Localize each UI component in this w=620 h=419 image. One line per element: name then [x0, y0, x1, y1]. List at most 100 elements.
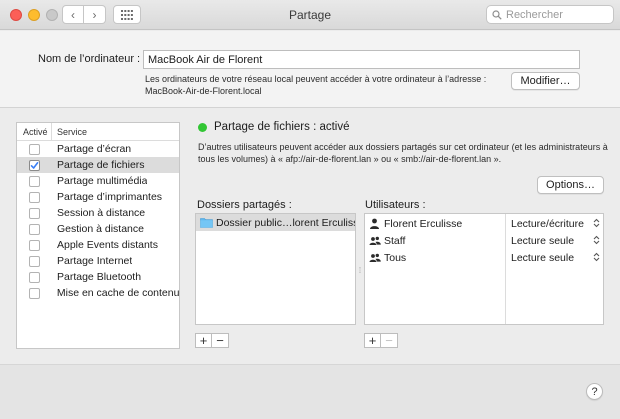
- checkbox-cell: [17, 175, 52, 187]
- permission-select[interactable]: Lecture seule: [506, 233, 603, 248]
- permission-select[interactable]: Lecture seule: [506, 250, 603, 265]
- service-checkbox[interactable]: [29, 159, 40, 171]
- search-placeholder: Rechercher: [506, 8, 563, 21]
- checkbox-cell: [17, 143, 52, 155]
- service-row[interactable]: Partage Internet: [17, 253, 179, 269]
- checkbox-cell: [17, 159, 52, 171]
- permissions-column: Lecture/écriture Lecture seule Lecture seu…: [506, 214, 603, 324]
- user-row[interactable]: Tous: [365, 250, 505, 265]
- group-icon: [369, 235, 381, 246]
- service-label: Gestion à distance: [57, 223, 144, 235]
- permission-value: Lecture seule: [511, 234, 575, 247]
- user-name: Tous: [384, 251, 407, 264]
- permission-value: Lecture seule: [511, 251, 575, 264]
- service-checkbox[interactable]: [29, 207, 40, 219]
- service-checkbox[interactable]: [29, 255, 40, 267]
- remove-folder-button[interactable]: −: [212, 333, 229, 348]
- address-description: Les ordinateurs de votre réseau local pe…: [145, 74, 487, 84]
- permission-value: Lecture/écriture: [511, 217, 584, 230]
- user-row[interactable]: Staff: [365, 233, 505, 248]
- services-header: Activé Service: [17, 123, 179, 141]
- service-checkbox[interactable]: [29, 223, 40, 235]
- add-user-button[interactable]: +: [364, 333, 381, 348]
- search-icon: [492, 9, 502, 20]
- shared-folder-name: Dossier public…lorent Erculisse: [216, 216, 355, 229]
- local-address: MacBook-Air-de-Florent.local: [145, 86, 262, 96]
- service-row[interactable]: Mise en cache de contenu: [17, 285, 179, 301]
- computer-name-section: Nom de l’ordinateur : Les ordinateurs de…: [0, 31, 620, 108]
- person-icon: [370, 218, 379, 229]
- service-label: Apple Events distants: [57, 239, 158, 251]
- service-row[interactable]: Partage multimédia: [17, 173, 179, 189]
- shared-folders-list: Dossier public…lorent Erculisse: [195, 213, 356, 325]
- service-label: Partage multimédia: [57, 175, 148, 187]
- service-label: Session à distance: [57, 207, 146, 219]
- service-checkbox[interactable]: [28, 287, 40, 299]
- users-label: Utilisateurs :: [365, 199, 426, 211]
- group-icon: [369, 253, 381, 262]
- column-header-service[interactable]: Service: [52, 127, 87, 137]
- service-row[interactable]: Session à distance: [17, 205, 179, 221]
- service-row[interactable]: Partage d’imprimantes: [17, 189, 179, 205]
- shared-folders-label: Dossiers partagés :: [197, 199, 292, 211]
- user-name: Staff: [384, 234, 406, 247]
- checkbox-cell: [17, 271, 52, 283]
- computer-name-label: Nom de l’ordinateur :: [38, 53, 141, 65]
- users-column: Florent Erculisse Staff Tous: [365, 214, 506, 324]
- title-bar: ‹ › Partage Rechercher: [0, 0, 620, 30]
- sharing-window: ‹ › Partage Rechercher Nom de l’ordinate…: [0, 0, 620, 419]
- service-status: Partage de fichiers : activé: [214, 121, 350, 133]
- sharing-description: D’autres utilisateurs peuvent accéder au…: [198, 142, 608, 164]
- service-checkbox[interactable]: [29, 271, 40, 283]
- checkbox-cell: [17, 239, 52, 251]
- user-name: Florent Erculisse: [384, 217, 463, 230]
- help-button[interactable]: ?: [586, 383, 603, 400]
- service-checkbox[interactable]: [29, 143, 40, 155]
- service-label: Mise en cache de contenu: [56, 287, 179, 299]
- bottom-bar: [0, 364, 620, 419]
- checkmark-icon: [30, 161, 39, 169]
- service-checkbox[interactable]: [29, 175, 40, 187]
- address-text: Les ordinateurs de votre réseau local pe…: [145, 73, 505, 97]
- splitter-handle[interactable]: ⁞: [357, 266, 363, 275]
- group-icon: [369, 252, 381, 263]
- column-header-active[interactable]: Activé: [17, 123, 52, 140]
- status-indicator: [198, 123, 207, 132]
- folder-icon: [200, 218, 213, 228]
- services-list: Activé Service Partage d’écran Partage de…: [16, 122, 180, 349]
- service-label: Partage d’écran: [57, 143, 132, 155]
- add-folder-button[interactable]: +: [195, 333, 212, 348]
- updown-chevron-icon: [593, 235, 600, 247]
- service-row[interactable]: Apple Events distants: [17, 237, 179, 253]
- users-list: Florent Erculisse Staff Tous Lecture/écrit…: [364, 213, 604, 325]
- service-row[interactable]: Partage d’écran: [17, 141, 179, 157]
- user-row[interactable]: Florent Erculisse: [365, 216, 505, 231]
- service-label: Partage d’imprimantes: [57, 191, 163, 203]
- search-field[interactable]: Rechercher: [486, 5, 614, 24]
- users-add-remove: + −: [364, 333, 398, 348]
- checkbox-cell: [17, 207, 52, 219]
- options-button[interactable]: Options…: [537, 176, 604, 194]
- computer-name-field[interactable]: [143, 50, 580, 69]
- service-row[interactable]: Partage Bluetooth: [17, 269, 179, 285]
- permission-select[interactable]: Lecture/écriture: [506, 216, 603, 231]
- person-icon: [369, 218, 381, 229]
- updown-chevron-icon: [593, 252, 600, 264]
- service-label: Partage Bluetooth: [57, 271, 142, 283]
- service-checkbox[interactable]: [29, 239, 40, 251]
- checkbox-cell: [17, 191, 52, 203]
- service-label: Partage Internet: [57, 255, 133, 267]
- service-row[interactable]: Gestion à distance: [17, 221, 179, 237]
- remove-user-button[interactable]: −: [381, 333, 398, 348]
- checkbox-cell: [17, 287, 52, 299]
- checkbox-cell: [17, 255, 52, 267]
- group-icon: [369, 236, 381, 245]
- shared-folder-row[interactable]: Dossier public…lorent Erculisse: [196, 214, 355, 231]
- modify-button[interactable]: Modifier…: [511, 72, 580, 90]
- folders-add-remove: + −: [195, 333, 229, 348]
- updown-chevron-icon: [593, 218, 600, 230]
- service-row[interactable]: Partage de fichiers: [17, 157, 179, 173]
- checkbox-cell: [17, 223, 52, 235]
- service-label: Partage de fichiers: [57, 159, 145, 171]
- service-checkbox[interactable]: [29, 191, 40, 203]
